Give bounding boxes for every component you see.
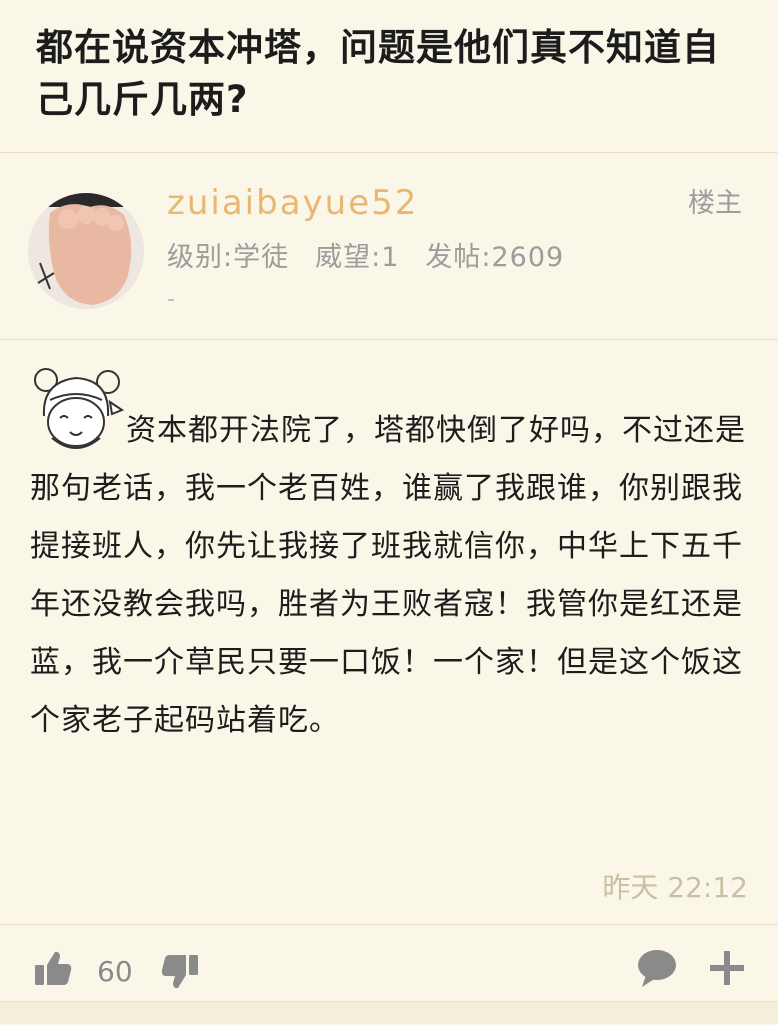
post-content: 资本都开法院了，塔都快倒了好吗，不过还是那句老话，我一个老百姓，谁赢了我跟谁，你… bbox=[30, 366, 754, 750]
thumbs-up-icon[interactable] bbox=[33, 949, 73, 989]
like-count: 60 bbox=[97, 955, 133, 988]
author-post-count: 发帖:2609 bbox=[425, 242, 565, 273]
author-row: zuiaibayue52 级别:学徒 威望:1 发帖:2609 - 楼主 bbox=[0, 153, 778, 340]
post-body: 资本都开法院了，塔都快倒了好吗，不过还是那句老话，我一个老百姓，谁赢了我跟谁，你… bbox=[30, 413, 746, 738]
anime-girl-emoji-icon bbox=[34, 368, 124, 449]
post-title: 都在说资本冲塔，问题是他们真不知道自己几斤几两? bbox=[36, 26, 720, 121]
bottom-strip bbox=[0, 1001, 778, 1024]
thumbs-down-icon[interactable] bbox=[160, 951, 200, 991]
post-timestamp: 昨天 22:12 bbox=[602, 871, 748, 904]
avatar-image bbox=[28, 193, 144, 309]
author-reputation: 威望:1 bbox=[315, 242, 400, 273]
plus-icon[interactable] bbox=[708, 949, 746, 987]
post-header: 都在说资本冲塔，问题是他们真不知道自己几斤几两? bbox=[0, 0, 778, 153]
author-stats: 级别:学徒 威望:1 发帖:2609 bbox=[167, 235, 590, 274]
author-username[interactable]: zuiaibayue52 bbox=[167, 183, 418, 223]
avatar[interactable] bbox=[28, 193, 144, 309]
comment-icon[interactable] bbox=[636, 947, 678, 989]
author-level: 级别:学徒 bbox=[167, 242, 290, 273]
author-signature: - bbox=[167, 287, 175, 312]
floor-label: 楼主 bbox=[688, 188, 742, 219]
